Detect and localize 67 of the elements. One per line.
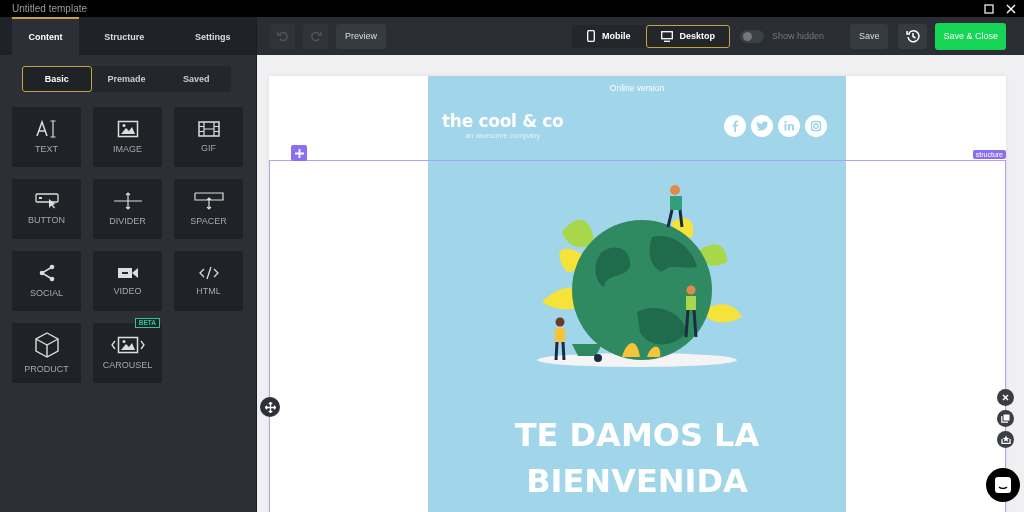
block-label: GIF: [201, 143, 216, 153]
window-title: Untitled template: [12, 3, 88, 14]
category-tab[interactable]: Premade: [91, 66, 162, 92]
maximize-icon[interactable]: [984, 3, 994, 14]
duplicate-button[interactable]: [997, 410, 1014, 427]
plus-icon: [294, 148, 304, 158]
block-label: CAROUSEL: [102, 360, 153, 370]
content-block-tile[interactable]: GIF: [174, 107, 243, 167]
category-tab[interactable]: Saved: [161, 66, 231, 92]
block-label: VIDEO: [113, 286, 142, 296]
content-block-tile[interactable]: PRODUCT: [12, 323, 81, 383]
block-label: TEXT: [35, 144, 58, 154]
content-block-tile[interactable]: SPACER: [174, 179, 243, 239]
phone-icon: [587, 30, 595, 42]
save-button[interactable]: Save: [849, 23, 889, 49]
history-button[interactable]: [898, 23, 928, 49]
history-icon: [905, 29, 920, 43]
text-icon: [35, 120, 58, 138]
save-block-button[interactable]: [997, 431, 1014, 448]
content-block-tile[interactable]: IMAGE: [93, 107, 162, 167]
copy-icon: [1001, 414, 1010, 423]
monitor-icon: [660, 30, 673, 42]
content-block-tile[interactable]: TEXT: [12, 107, 81, 167]
move-icon: [264, 401, 276, 413]
block-label: DIVIDER: [109, 216, 146, 226]
content-block-tile[interactable]: HTML: [174, 251, 243, 311]
block-label: SPACER: [190, 216, 227, 226]
redo-icon: [309, 30, 322, 42]
button-icon: [34, 193, 59, 209]
content-block-tile[interactable]: DIVIDER: [93, 179, 162, 239]
chat-icon: [994, 476, 1012, 494]
welcome-heading: TE DAMOS LA BIENVENIDA: [513, 415, 761, 502]
view-toggle[interactable]: Mobile: [572, 24, 646, 48]
brand-name: the cool & co: [442, 111, 564, 131]
content-block-tile[interactable]: BUTTON: [12, 179, 81, 239]
panel-tab[interactable]: Settings: [169, 17, 256, 55]
category-tab[interactable]: Basic: [22, 66, 92, 92]
preview-button[interactable]: Preview: [336, 23, 386, 49]
block-label: BUTTON: [28, 215, 65, 225]
move-handle-button[interactable]: [260, 397, 280, 417]
close-icon[interactable]: [1006, 3, 1016, 14]
share-icon: [37, 264, 56, 282]
video-camera-icon: [116, 266, 139, 280]
star-tray-icon: [1000, 435, 1011, 444]
carousel-icon: [110, 336, 145, 354]
content-block-tile[interactable]: SOCIAL: [12, 251, 81, 311]
block-label: IMAGE: [113, 144, 142, 154]
image-icon: [116, 120, 139, 138]
block-label: PRODUCT: [24, 364, 69, 374]
film-icon: [197, 121, 220, 137]
spacer-icon: [193, 192, 224, 210]
cube-icon: [34, 332, 59, 358]
delete-button[interactable]: [997, 389, 1014, 406]
code-icon: [198, 266, 219, 280]
panel-tab[interactable]: Content: [12, 17, 80, 55]
show-hidden-label: Show hidden: [772, 31, 825, 41]
content-block-tile[interactable]: VIDEO: [93, 251, 162, 311]
add-row-button[interactable]: [291, 145, 307, 161]
show-hidden-switch[interactable]: [740, 29, 765, 43]
view-toggle[interactable]: Desktop: [645, 24, 731, 48]
divider-icon: [112, 192, 143, 210]
close-icon: [1002, 394, 1009, 401]
chat-button[interactable]: [986, 468, 1020, 502]
block-label: SOCIAL: [30, 288, 63, 298]
undo-icon: [276, 30, 289, 42]
block-label: HTML: [196, 286, 221, 296]
panel-tab[interactable]: Structure: [81, 17, 168, 55]
